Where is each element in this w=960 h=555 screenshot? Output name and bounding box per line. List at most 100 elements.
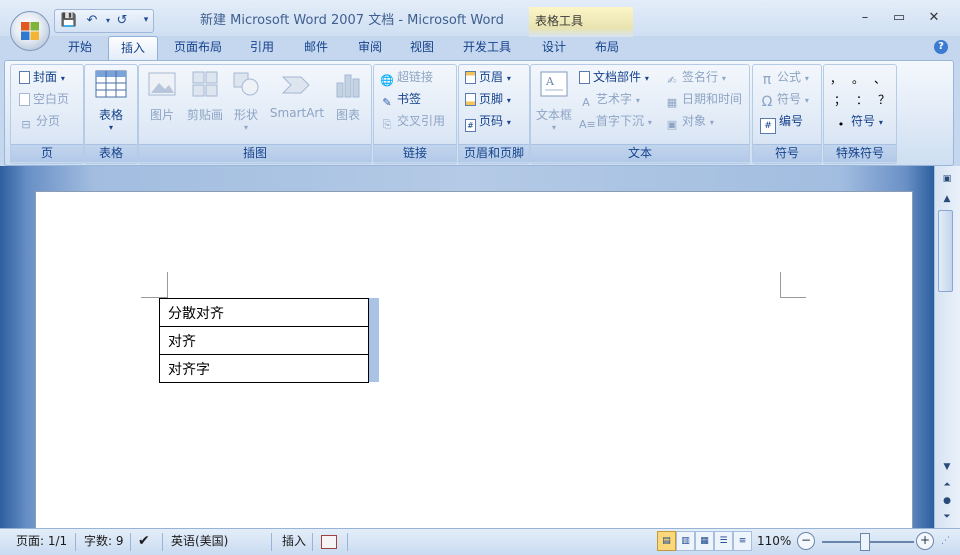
select-browse-object-icon[interactable]: ● (939, 494, 955, 508)
tab-references[interactable]: 引用 (240, 36, 284, 59)
proofing-icon[interactable]: ✔ (138, 532, 150, 550)
language-indicator[interactable]: 英语(美国) (171, 532, 228, 550)
special-symbol-colon[interactable]: ： (856, 91, 868, 109)
divider (162, 533, 163, 551)
blank-page-icon (19, 93, 30, 106)
cross-reference-button[interactable]: ⎘ 交叉引用 (380, 112, 445, 131)
next-page-icon[interactable]: ⏷ (939, 510, 955, 524)
special-symbol-question[interactable]: ？ (878, 91, 890, 109)
table-button[interactable]: 表格 ▾ (93, 69, 129, 132)
scroll-thumb[interactable] (938, 210, 953, 292)
equation-button[interactable]: π 公式 ▾ (760, 68, 809, 87)
special-symbol-comma[interactable]: ， (830, 70, 842, 88)
word-count[interactable]: 字数: 9 (84, 532, 124, 550)
tab-layout[interactable]: 布局 (587, 36, 627, 59)
zoom-in-button[interactable]: + (916, 532, 934, 550)
group-text: A 文本框 ▾ 文档部件 ▾ A 艺术字 ▾ A≡首字下沉 ▾ ✍ 签名行 ▾ ▦ 日… (530, 64, 750, 164)
close-button[interactable]: ✕ (921, 9, 947, 27)
redo-icon[interactable]: ↺ (113, 12, 131, 29)
zoom-level[interactable]: 110% (757, 532, 791, 550)
help-icon[interactable]: ? (934, 40, 948, 54)
group-pages: 封面 ▾ 空白页 ⊟ 分页 页 (10, 64, 84, 164)
resize-grip-icon[interactable]: ⋰ (941, 532, 950, 550)
print-layout-icon[interactable]: ▤ (657, 531, 676, 551)
insert-mode[interactable]: 插入 (282, 532, 306, 550)
group-header-footer: 页眉 ▾ 页脚 ▾ # 页码 ▾ 页眉和页脚 (458, 64, 530, 164)
web-layout-icon[interactable]: ▦ (695, 531, 714, 551)
cover-page-icon (19, 71, 30, 84)
divider (271, 533, 272, 551)
document-table[interactable]: 分散对齐 对齐 对齐字 (159, 298, 369, 383)
special-symbol-semicolon[interactable]: ； (834, 91, 846, 109)
zoom-slider-thumb[interactable] (860, 533, 870, 551)
tab-home[interactable]: 开始 (60, 36, 100, 59)
bookmark-button[interactable]: ✎ 书签 (380, 90, 421, 109)
header-button[interactable]: 页眉 ▾ (465, 68, 511, 86)
save-icon[interactable]: 💾 (60, 12, 78, 29)
symbol-button[interactable]: Ω 符号 ▾ (760, 90, 809, 109)
bookmark-icon: ✎ (382, 96, 392, 109)
scroll-up-icon[interactable]: ▲ (939, 192, 955, 206)
draft-icon[interactable]: ≡ (733, 531, 752, 551)
page-count[interactable]: 页面: 1/1 (16, 532, 67, 550)
group-label: 符号 (753, 144, 821, 162)
clipart-button[interactable]: 剪贴画 (183, 69, 227, 123)
outline-icon[interactable]: ☰ (714, 531, 733, 551)
numbering-button[interactable]: # 编号 (760, 112, 803, 134)
group-special-symbols: ， 。 、 ； ： ？ • 符号 ▾ 特殊符号 (823, 64, 897, 164)
previous-page-icon[interactable]: ⏶ (939, 478, 955, 492)
date-time-button[interactable]: ▦ 日期和时间 (665, 90, 742, 109)
group-label: 链接 (374, 144, 456, 162)
clipart-icon (192, 71, 218, 97)
textbox-button[interactable]: A 文本框 ▾ (533, 69, 575, 132)
ruler-toggle-icon[interactable]: ▣ (939, 172, 955, 186)
wordart-icon: A (582, 96, 590, 109)
macro-record-icon[interactable] (321, 535, 337, 549)
wordart-button[interactable]: A 艺术字 ▾ (579, 90, 640, 109)
customize-qat-icon[interactable]: ▾ (137, 12, 155, 29)
group-label: 特殊符号 (824, 144, 896, 162)
window-title: 新建 Microsoft Word 2007 文档 - Microsoft Wo… (200, 13, 504, 28)
zoom-out-button[interactable]: − (797, 532, 815, 550)
tab-review[interactable]: 审阅 (348, 36, 392, 59)
special-symbol-dun[interactable]: 、 (874, 70, 886, 88)
special-symbol-menu-button[interactable]: • 符号 ▾ (834, 112, 883, 131)
cover-page-button[interactable]: 封面 ▾ (19, 68, 65, 86)
quick-parts-button[interactable]: 文档部件 ▾ (579, 68, 649, 86)
page-break-button[interactable]: ⊟ 分页 (19, 112, 60, 131)
office-button[interactable] (10, 11, 50, 51)
table-cell[interactable]: 分散对齐 (159, 298, 369, 327)
group-table: 表格 ▾ 表格 (84, 64, 138, 164)
date-time-icon: ▦ (666, 96, 678, 109)
picture-button[interactable]: 图片 (145, 69, 179, 123)
object-button[interactable]: ▣ 对象 ▾ (665, 112, 714, 131)
tab-insert[interactable]: 插入 (108, 36, 158, 60)
symbol-dot-icon: • (837, 118, 845, 131)
hyperlink-icon: 🌐 (380, 74, 394, 87)
blank-page-button[interactable]: 空白页 (19, 90, 69, 108)
signature-line-button[interactable]: ✍ 签名行 ▾ (665, 68, 725, 87)
full-screen-reading-icon[interactable]: ▥ (676, 531, 695, 551)
scroll-down-icon[interactable]: ▼ (939, 460, 955, 474)
signature-line-icon: ✍ (667, 74, 677, 87)
tab-design[interactable]: 设计 (534, 36, 574, 59)
footer-button[interactable]: 页脚 ▾ (465, 90, 511, 108)
vertical-scrollbar[interactable]: ▣ ▲ ▼ ⏶ ● ⏷ (934, 166, 960, 528)
tab-page-layout[interactable]: 页面布局 (166, 36, 230, 59)
table-row: 分散对齐 (159, 298, 369, 327)
special-symbol-period[interactable]: 。 (852, 70, 864, 88)
table-cell[interactable]: 对齐 (159, 326, 369, 355)
page-number-button[interactable]: # 页码 ▾ (465, 112, 511, 132)
smartart-button[interactable]: SmartArt (265, 69, 329, 120)
minimize-button[interactable]: – (852, 9, 878, 27)
tab-mailings[interactable]: 邮件 (294, 36, 338, 59)
shapes-button[interactable]: 形状 ▾ (229, 69, 263, 132)
drop-cap-button[interactable]: A≡首字下沉 ▾ (579, 112, 652, 131)
tab-developer[interactable]: 开发工具 (456, 36, 518, 59)
tab-view[interactable]: 视图 (400, 36, 444, 59)
hyperlink-button[interactable]: 🌐 超链接 (380, 68, 433, 87)
chart-button[interactable]: 图表 (331, 69, 365, 123)
table-cell[interactable]: 对齐字 (159, 354, 369, 383)
maximize-button[interactable]: ▭ (886, 9, 912, 27)
divider (312, 533, 313, 551)
